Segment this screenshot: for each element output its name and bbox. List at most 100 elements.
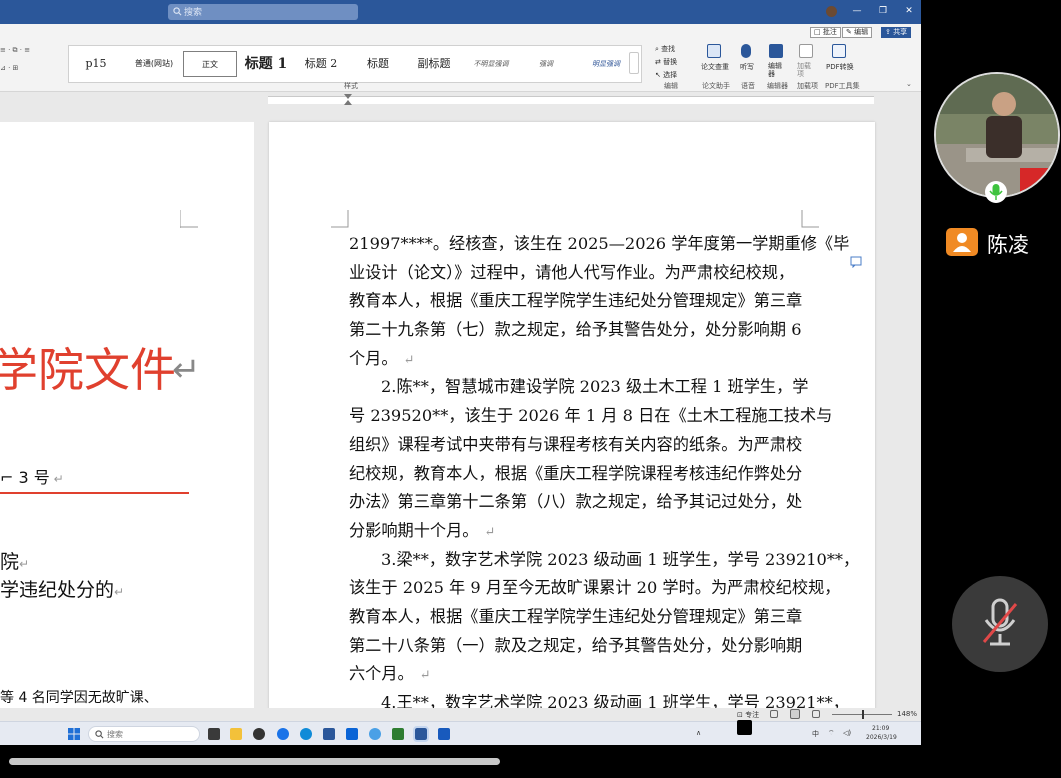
document-line[interactable]: 分影响期十个月。 ↵ bbox=[349, 517, 804, 546]
clock-time[interactable]: 21:09 bbox=[872, 725, 889, 732]
document-line[interactable]: 21997****。经核查，该生在 2025—2026 学年度第一学期重修《毕 bbox=[349, 230, 849, 259]
replace-button[interactable]: ⇄ 替换 bbox=[655, 57, 677, 67]
clock-date[interactable]: 2026/3/19 bbox=[866, 734, 897, 741]
participant-video-tile[interactable] bbox=[934, 72, 1060, 198]
document-line[interactable]: 纪校规，教育本人，根据《重庆工程学院课程考核违纪作弊处分 bbox=[349, 460, 804, 489]
file-explorer-icon[interactable] bbox=[230, 728, 242, 740]
plagiarism-check-icon[interactable] bbox=[707, 44, 721, 58]
left-text-1: 院 bbox=[0, 551, 20, 573]
pdf-convert-icon[interactable] bbox=[832, 44, 846, 58]
document-line[interactable]: 教育本人，根据《重庆工程学院学生违纪处分管理规定》第三章 bbox=[349, 287, 804, 316]
zoom-slider-thumb[interactable] bbox=[862, 710, 864, 719]
document-line[interactable]: 第二十八条第（一）款及之规定，给予其警告处分，处分影响期 bbox=[349, 632, 804, 661]
title-search-placeholder: 搜索 bbox=[184, 8, 203, 18]
style-subtle-emphasis[interactable]: 不明显强调 bbox=[465, 51, 517, 77]
ruler-indent-marker-icon[interactable] bbox=[344, 94, 352, 106]
add-ins-icon[interactable] bbox=[799, 44, 813, 58]
title-search-box[interactable]: 搜索 bbox=[168, 4, 358, 20]
style-p15[interactable]: p15 bbox=[77, 51, 115, 77]
restore-button[interactable]: ❐ bbox=[876, 4, 890, 18]
qq-icon[interactable] bbox=[253, 728, 265, 740]
comment-button[interactable]: □ 批注 bbox=[810, 27, 841, 38]
word-taskbar-icon[interactable] bbox=[413, 726, 429, 742]
crop-mark-icon bbox=[180, 210, 198, 228]
document-line[interactable]: 第二十九条第（七）款之规定，给予其警告处分，处分影响期 6 bbox=[349, 316, 804, 345]
editor-pen-icon[interactable] bbox=[769, 44, 783, 58]
document-body[interactable]: 21997****。经核查，该生在 2025—2026 学年度第一学期重修《毕业… bbox=[349, 230, 859, 718]
store-icon[interactable] bbox=[346, 728, 358, 740]
print-layout-icon[interactable] bbox=[790, 709, 800, 719]
tray-app-icon[interactable] bbox=[737, 720, 752, 735]
user-avatar[interactable] bbox=[826, 6, 837, 17]
document-line[interactable]: 2.陈**，智慧城市建设学院 2023 级土木工程 1 班学生，学 bbox=[349, 373, 808, 402]
share-button[interactable]: ⇪ 共享 bbox=[881, 27, 912, 38]
volume-icon[interactable]: ◁) bbox=[843, 729, 851, 737]
style-heading-1[interactable]: 标题 1 bbox=[241, 51, 291, 77]
close-window-button[interactable]: ✕ bbox=[902, 4, 916, 18]
style-title[interactable]: 标题 bbox=[353, 51, 403, 77]
focus-mode-button[interactable]: ⊡ 专注 bbox=[737, 710, 759, 720]
taskbar-search[interactable]: 搜索 bbox=[88, 726, 200, 742]
outlook-icon[interactable] bbox=[323, 728, 335, 740]
network-icon[interactable]: ⌔ bbox=[828, 729, 835, 738]
share-button-label: 共享 bbox=[893, 28, 908, 36]
select-button[interactable]: ↖ 选择 bbox=[655, 70, 677, 80]
font-tools-row1[interactable]: ≡ · ⧉ · ≡ bbox=[0, 46, 30, 55]
styles-group-label: 样式 bbox=[344, 82, 358, 90]
style-heading-2[interactable]: 标题 2 bbox=[297, 51, 345, 77]
task-view-icon[interactable] bbox=[208, 728, 220, 740]
document-line[interactable]: 3.梁**，数字艺术学院 2023 级动画 1 班学生，学号 239210**， bbox=[349, 546, 859, 575]
document-line[interactable]: 办法》第三章第十二条第（八）款之规定，给予其记过处分，处 bbox=[349, 488, 804, 517]
style-intense-emphasis[interactable]: 明显强调 bbox=[577, 51, 635, 77]
windows-start-icon[interactable] bbox=[68, 728, 80, 740]
ruler-track bbox=[268, 96, 874, 104]
minimize-button[interactable]: — bbox=[850, 4, 864, 18]
document-line[interactable]: 组织》课程考试中夹带有与课程考核有关内容的纸条。为严肃校 bbox=[349, 431, 804, 460]
document-line[interactable]: 该生于 2025 年 9 月至今无故旷课累计 20 学时。为严肃校纪校规， bbox=[349, 574, 840, 603]
word-taskbar-icon-2[interactable] bbox=[438, 728, 450, 740]
tray-chevron-icon[interactable]: ∧ bbox=[696, 729, 701, 737]
font-tools-row2[interactable]: ⊿ · ⊞ bbox=[0, 64, 18, 72]
document-page[interactable]: 21997****。经核查，该生在 2025—2026 学年度第一学期重修《毕业… bbox=[269, 122, 875, 742]
document-line[interactable]: 六个月。 ↵ bbox=[349, 660, 804, 689]
input-method-indicator[interactable]: 中 bbox=[812, 729, 819, 739]
document-line-text: 21997****。经核查，该生在 2025—2026 学年度第一学期重修《毕 bbox=[349, 234, 850, 253]
app-icon[interactable] bbox=[392, 728, 404, 740]
style-normal-web[interactable]: 普通(网站) bbox=[125, 51, 183, 77]
thesis-assistant-group-label: 论文助手 bbox=[702, 82, 730, 90]
document-line-text: 第二十九条第（七）款之规定，给予其警告处分，处分影响期 6 bbox=[349, 320, 802, 340]
meeting-bottom-bar bbox=[0, 745, 1061, 778]
comment-marker-icon[interactable] bbox=[850, 256, 862, 268]
browser-icon[interactable] bbox=[277, 728, 289, 740]
web-layout-icon[interactable] bbox=[812, 710, 820, 718]
document-line[interactable]: 业设计（论文）》过程中，请他人代写作业。为严肃校纪校规， bbox=[349, 259, 804, 288]
style-body[interactable]: 正文 bbox=[183, 51, 237, 77]
document-line[interactable]: 教育本人，根据《重庆工程学院学生违纪处分管理规定》第三章 bbox=[349, 603, 804, 632]
participant-video-feed bbox=[936, 74, 1058, 196]
mute-button[interactable] bbox=[952, 576, 1048, 672]
find-button[interactable]: ⌕ 查找 bbox=[655, 44, 675, 54]
document-line-text: 号 239520**，该生于 2026 年 1 月 8 日在《土木工程施工技术与 bbox=[349, 406, 833, 426]
document-line[interactable]: 个月。 ↵ bbox=[349, 345, 804, 374]
document-line-text: 教育本人，根据《重庆工程学院学生违纪处分管理规定》第三章 bbox=[349, 291, 803, 311]
left-text-2: 学违纪处分的 bbox=[0, 579, 115, 601]
crop-mark-icon bbox=[331, 210, 349, 228]
share-scroll-handle[interactable] bbox=[9, 758, 500, 765]
document-line-text: 该生于 2025 年 9 月至今无故旷课累计 20 学时。为严肃校纪校规， bbox=[349, 578, 841, 598]
horizontal-ruler[interactable] bbox=[0, 92, 921, 106]
meeting-app-icon[interactable] bbox=[369, 728, 381, 740]
style-emphasis[interactable]: 强调 bbox=[521, 51, 571, 77]
dictate-mic-icon[interactable] bbox=[741, 44, 751, 58]
search-icon bbox=[173, 7, 182, 16]
left-page[interactable]: 学院文件 ↵ ⌐ 3 号 ↵ 院↵ 学违纪处分的↵ 等 4 名同学因无故旷课、 bbox=[0, 122, 254, 742]
editing-mode-button[interactable]: ✎ 编辑 bbox=[842, 27, 873, 38]
read-mode-icon[interactable] bbox=[770, 710, 778, 718]
participant-name: 陈凌 bbox=[987, 233, 1029, 257]
edge-icon[interactable] bbox=[300, 728, 312, 740]
styles-scroll-button[interactable] bbox=[629, 52, 639, 74]
collapse-ribbon-icon[interactable]: ⌄ bbox=[906, 80, 912, 88]
style-subtitle[interactable]: 副标题 bbox=[409, 51, 459, 77]
zoom-level[interactable]: 148% bbox=[897, 710, 917, 718]
document-line[interactable]: 号 239520**，该生于 2026 年 1 月 8 日在《土木工程施工技术与 bbox=[349, 402, 832, 431]
plagiarism-check-label: 论文查重 bbox=[701, 63, 729, 71]
